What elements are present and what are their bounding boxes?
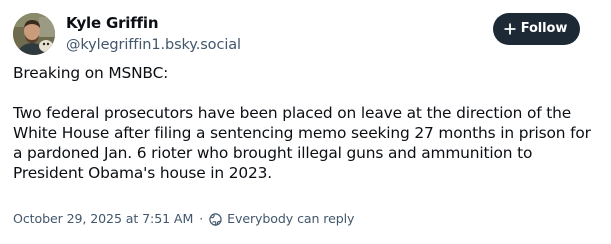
post-intro: Breaking on MSNBC: <box>13 64 169 82</box>
globe-icon <box>209 212 222 226</box>
post-card: Kyle Griffin @kylegriffin1.bsky.social F… <box>0 0 611 244</box>
post-body: Two federal prosecutors have been placed… <box>13 104 591 182</box>
post-meta: October 29, 2025 at 7:51 AM · Everybody … <box>13 209 354 229</box>
plus-icon <box>504 23 516 35</box>
reply-setting[interactable]: Everybody can reply <box>227 209 354 229</box>
meta-separator: · <box>199 211 204 226</box>
avatar[interactable] <box>13 13 55 55</box>
post-timestamp[interactable]: October 29, 2025 at 7:51 AM <box>13 209 193 229</box>
follow-button[interactable]: Follow <box>493 13 580 45</box>
post-text: Breaking on MSNBC: Two federal prosecuto… <box>13 63 598 183</box>
avatar-photo-icon <box>13 13 55 55</box>
author-display-name[interactable]: Kyle Griffin <box>66 14 159 33</box>
follow-button-label: Follow <box>520 21 568 36</box>
author-handle[interactable]: @kylegriffin1.bsky.social <box>66 36 241 55</box>
